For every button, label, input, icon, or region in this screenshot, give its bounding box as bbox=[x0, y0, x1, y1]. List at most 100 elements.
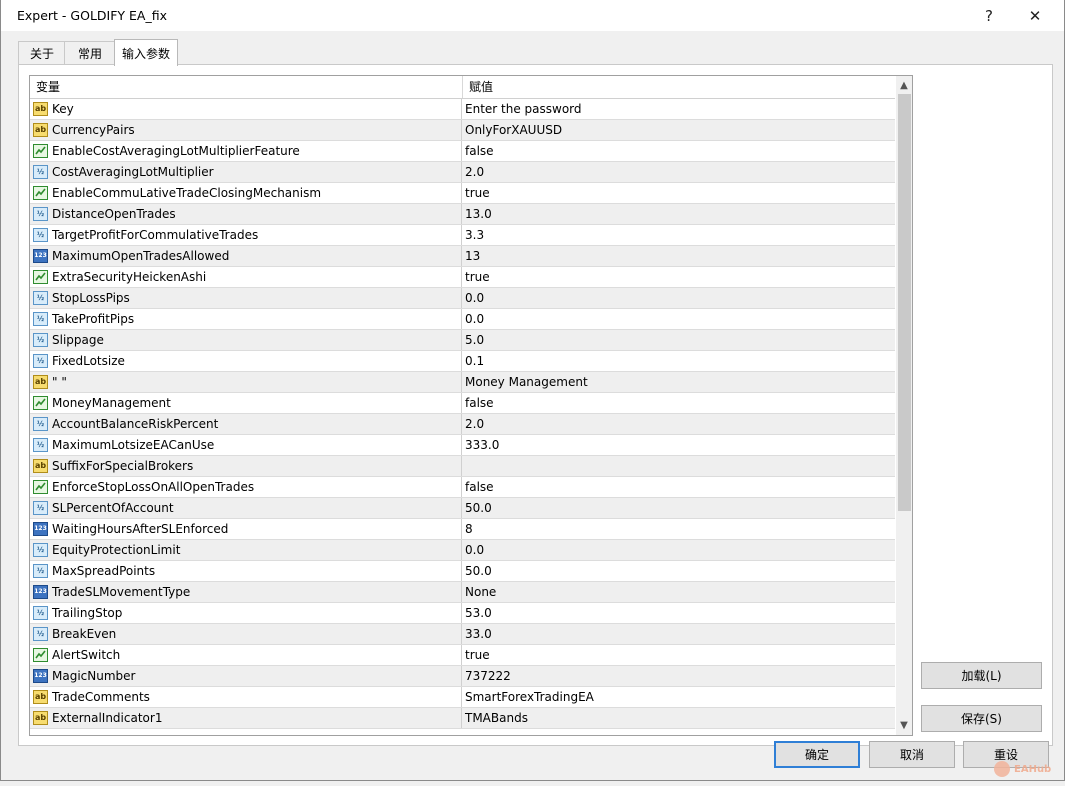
parameter-value[interactable]: None bbox=[462, 582, 898, 602]
tab-about[interactable]: 关于 bbox=[18, 41, 66, 65]
parameter-name: MoneyManagement bbox=[52, 396, 171, 410]
scroll-thumb[interactable] bbox=[898, 94, 911, 511]
parameter-row[interactable]: ab Key Enter the password bbox=[30, 99, 895, 120]
parameter-row[interactable]: MoneyManagement false bbox=[30, 393, 895, 414]
parameter-row[interactable]: 123 MaximumOpenTradesAllowed 13 bbox=[30, 246, 895, 267]
parameter-value[interactable]: 0.1 bbox=[462, 351, 898, 371]
parameter-value[interactable]: Money Management bbox=[462, 372, 898, 392]
parameter-name-cell: EnableCommuLativeTradeClosingMechanism bbox=[30, 183, 462, 203]
watermark-text: EAHub bbox=[1014, 763, 1052, 775]
parameter-value[interactable]: 333.0 bbox=[462, 435, 898, 455]
parameter-row[interactable]: ½ TakeProfitPips 0.0 bbox=[30, 309, 895, 330]
parameter-name-cell: ½ MaximumLotsizeEACanUse bbox=[30, 435, 462, 455]
parameter-name: DistanceOpenTrades bbox=[52, 207, 176, 221]
string-type-icon: ab bbox=[33, 711, 48, 725]
parameter-row[interactable]: AlertSwitch true bbox=[30, 645, 895, 666]
scroll-up-icon[interactable]: ▲ bbox=[896, 77, 912, 94]
parameter-row[interactable]: 123 TradeSLMovementType None bbox=[30, 582, 895, 603]
parameter-row[interactable]: EnforceStopLossOnAllOpenTrades false bbox=[30, 477, 895, 498]
parameter-row[interactable]: ab ExternalIndicator1 TMABands bbox=[30, 708, 895, 729]
parameter-value[interactable]: Enter the password bbox=[462, 99, 898, 119]
parameter-row[interactable]: ½ DistanceOpenTrades 13.0 bbox=[30, 204, 895, 225]
integer-type-icon: 123 bbox=[33, 585, 48, 599]
parameter-value[interactable]: TMABands bbox=[462, 708, 898, 728]
parameter-value[interactable]: 53.0 bbox=[462, 603, 898, 623]
parameter-value[interactable]: 13 bbox=[462, 246, 898, 266]
tab-common[interactable]: 常用 bbox=[64, 41, 116, 65]
vertical-scrollbar[interactable]: ▲ ▼ bbox=[896, 76, 912, 735]
parameter-row[interactable]: ½ CostAveragingLotMultiplier 2.0 bbox=[30, 162, 895, 183]
parameter-value[interactable]: 50.0 bbox=[462, 498, 898, 518]
parameter-value[interactable]: 13.0 bbox=[462, 204, 898, 224]
parameter-name: TradeSLMovementType bbox=[52, 585, 191, 599]
parameter-value[interactable] bbox=[462, 456, 898, 476]
tab-inputs[interactable]: 输入参数 bbox=[114, 39, 178, 66]
parameter-value[interactable]: true bbox=[462, 267, 898, 287]
parameter-name-cell: EnforceStopLossOnAllOpenTrades bbox=[30, 477, 462, 497]
parameter-value[interactable]: OnlyForXAUUSD bbox=[462, 120, 898, 140]
parameter-row[interactable]: ½ MaxSpreadPoints 50.0 bbox=[30, 561, 895, 582]
parameter-name-cell: ½ EquityProtectionLimit bbox=[30, 540, 462, 560]
parameter-value[interactable]: 0.0 bbox=[462, 540, 898, 560]
parameter-value[interactable]: 2.0 bbox=[462, 414, 898, 434]
parameter-name: MaximumOpenTradesAllowed bbox=[52, 249, 230, 263]
ok-button[interactable]: 确定 bbox=[774, 741, 860, 768]
parameter-value[interactable]: false bbox=[462, 477, 898, 497]
grid-rows: ab Key Enter the password ab CurrencyPairs O… bbox=[30, 99, 895, 729]
load-button[interactable]: 加载(L) bbox=[921, 662, 1042, 689]
close-button[interactable]: ✕ bbox=[1012, 4, 1058, 28]
parameter-value[interactable]: SmartForexTradingEA bbox=[462, 687, 898, 707]
parameter-name: SLPercentOfAccount bbox=[52, 501, 174, 515]
bool-type-icon bbox=[33, 270, 48, 284]
parameter-value[interactable]: 0.0 bbox=[462, 309, 898, 329]
parameter-value[interactable]: 2.0 bbox=[462, 162, 898, 182]
parameter-value[interactable]: 8 bbox=[462, 519, 898, 539]
parameter-row[interactable]: ½ FixedLotsize 0.1 bbox=[30, 351, 895, 372]
parameter-name-cell: 123 WaitingHoursAfterSLEnforced bbox=[30, 519, 462, 539]
parameter-row[interactable]: ab " " Money Management bbox=[30, 372, 895, 393]
parameter-row[interactable]: ½ SLPercentOfAccount 50.0 bbox=[30, 498, 895, 519]
parameter-value[interactable]: false bbox=[462, 141, 898, 161]
parameter-name: TradeComments bbox=[52, 690, 150, 704]
parameter-row[interactable]: ½ TargetProfitForCommulativeTrades 3.3 bbox=[30, 225, 895, 246]
parameter-row[interactable]: 123 MagicNumber 737222 bbox=[30, 666, 895, 687]
parameter-name-cell: AlertSwitch bbox=[30, 645, 462, 665]
parameter-row[interactable]: ½ BreakEven 33.0 bbox=[30, 624, 895, 645]
parameter-row[interactable]: ½ AccountBalanceRiskPercent 2.0 bbox=[30, 414, 895, 435]
parameter-row[interactable]: ½ TrailingStop 53.0 bbox=[30, 603, 895, 624]
parameter-value[interactable]: 0.0 bbox=[462, 288, 898, 308]
parameter-row[interactable]: ab TradeComments SmartForexTradingEA bbox=[30, 687, 895, 708]
parameter-row[interactable]: ½ EquityProtectionLimit 0.0 bbox=[30, 540, 895, 561]
double-type-icon: ½ bbox=[33, 354, 48, 368]
cancel-button[interactable]: 取消 bbox=[869, 741, 955, 768]
parameter-value[interactable]: true bbox=[462, 645, 898, 665]
parameter-row[interactable]: ½ StopLossPips 0.0 bbox=[30, 288, 895, 309]
column-header-variable[interactable]: 变量 bbox=[30, 76, 463, 98]
parameter-row[interactable]: ab CurrencyPairs OnlyForXAUUSD bbox=[30, 120, 895, 141]
parameter-value[interactable]: 3.3 bbox=[462, 225, 898, 245]
double-type-icon: ½ bbox=[33, 312, 48, 326]
help-button[interactable]: ? bbox=[966, 4, 1012, 28]
string-type-icon: ab bbox=[33, 375, 48, 389]
parameter-value[interactable]: true bbox=[462, 183, 898, 203]
parameter-value[interactable]: 50.0 bbox=[462, 561, 898, 581]
save-button[interactable]: 保存(S) bbox=[921, 705, 1042, 732]
parameter-name-cell: ½ DistanceOpenTrades bbox=[30, 204, 462, 224]
parameter-value[interactable]: false bbox=[462, 393, 898, 413]
parameter-row[interactable]: EnableCommuLativeTradeClosingMechanism tr… bbox=[30, 183, 895, 204]
parameter-row[interactable]: ExtraSecurityHeickenAshi true bbox=[30, 267, 895, 288]
parameter-row[interactable]: ½ Slippage 5.0 bbox=[30, 330, 895, 351]
column-header-value[interactable]: 赋值 bbox=[463, 76, 889, 98]
parameter-name-cell: ½ AccountBalanceRiskPercent bbox=[30, 414, 462, 434]
parameter-row[interactable]: ab SuffixForSpecialBrokers bbox=[30, 456, 895, 477]
scroll-down-icon[interactable]: ▼ bbox=[896, 717, 912, 734]
parameter-row[interactable]: ½ MaximumLotsizeEACanUse 333.0 bbox=[30, 435, 895, 456]
parameter-name-cell: ab " " bbox=[30, 372, 462, 392]
parameter-value[interactable]: 737222 bbox=[462, 666, 898, 686]
parameter-value[interactable]: 5.0 bbox=[462, 330, 898, 350]
parameter-row[interactable]: EnableCostAveragingLotMultiplierFeature f… bbox=[30, 141, 895, 162]
double-type-icon: ½ bbox=[33, 606, 48, 620]
parameter-row[interactable]: 123 WaitingHoursAfterSLEnforced 8 bbox=[30, 519, 895, 540]
parameter-value[interactable]: 33.0 bbox=[462, 624, 898, 644]
parameter-name: EnableCommuLativeTradeClosingMechanism bbox=[52, 186, 322, 200]
